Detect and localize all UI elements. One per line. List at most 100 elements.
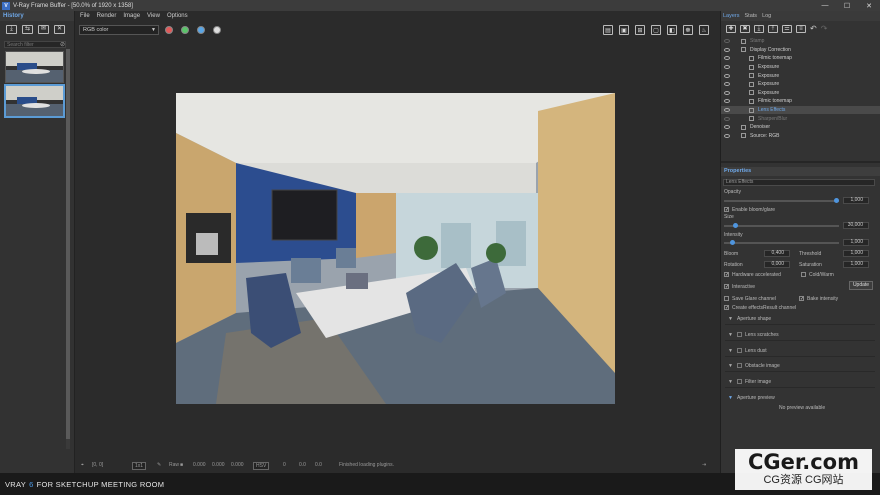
alpha-channel-icon[interactable] xyxy=(213,26,221,34)
layer-list-icon[interactable]: ≡ xyxy=(796,24,806,33)
eye-icon[interactable] xyxy=(724,125,730,130)
save-glare-checkbox[interactable] xyxy=(724,296,729,301)
tab-layers[interactable]: Layers xyxy=(723,13,740,19)
filter-image-checkbox[interactable] xyxy=(737,379,742,384)
eye-icon[interactable] xyxy=(724,39,730,44)
eye-icon[interactable] xyxy=(724,116,730,121)
lens-dust-checkbox[interactable] xyxy=(737,348,742,353)
layer-row[interactable]: Exposure xyxy=(721,71,880,80)
load-history-icon[interactable]: ✉ xyxy=(38,24,49,34)
opacity-knob[interactable] xyxy=(834,198,839,203)
region-render-icon[interactable]: ⊞ xyxy=(635,25,645,35)
eye-icon[interactable] xyxy=(724,82,730,87)
cold-warm-checkbox[interactable] xyxy=(801,272,806,277)
pick-pixel-icon[interactable]: ⌖ xyxy=(81,462,84,468)
blue-channel-icon[interactable] xyxy=(197,26,205,34)
obstacle-image-checkbox[interactable] xyxy=(737,363,742,368)
size-slider[interactable] xyxy=(724,223,839,228)
render-viewport[interactable] xyxy=(77,40,717,458)
eye-icon[interactable] xyxy=(724,133,730,138)
menu-options[interactable]: Options xyxy=(167,13,188,19)
opacity-value[interactable]: 1,000 xyxy=(843,197,869,204)
menu-image[interactable]: Image xyxy=(123,13,140,19)
lens-dust-section[interactable]: ▼ Lens dust xyxy=(725,344,875,357)
redo-icon[interactable]: ↷ xyxy=(821,24,828,33)
aperture-preview-section[interactable]: ▼ Aperture preview xyxy=(725,391,875,404)
layer-row[interactable]: Exposure xyxy=(721,63,880,72)
eye-icon[interactable] xyxy=(724,108,730,113)
render-teapot-icon[interactable]: ♨ xyxy=(699,25,709,35)
aperture-shape-section[interactable]: ▼ Aperture shape xyxy=(725,312,875,325)
history-thumbnail-1[interactable] xyxy=(5,51,64,83)
eye-icon[interactable] xyxy=(724,56,730,61)
red-channel-icon[interactable] xyxy=(165,26,173,34)
layer-row[interactable]: Filmic tonemap xyxy=(721,97,880,106)
create-layer-icon[interactable]: ✚ xyxy=(726,24,736,33)
delete-history-icon[interactable]: ✕ xyxy=(54,24,65,34)
history-scrollbar[interactable] xyxy=(66,49,70,449)
layer-name-field[interactable]: Lens Effects xyxy=(723,179,875,186)
intensity-value[interactable]: 1,000 xyxy=(843,239,869,246)
delete-layer-icon[interactable]: ✖ xyxy=(740,24,750,33)
hardware-accelerated-checkbox[interactable]: ✓ xyxy=(724,272,729,278)
create-effects-checkbox[interactable]: ✓ xyxy=(724,305,729,311)
opacity-slider[interactable] xyxy=(724,198,839,203)
obstacle-image-section[interactable]: ▼ Obstacle image xyxy=(725,359,875,372)
eye-icon[interactable] xyxy=(724,99,730,104)
minimize-icon[interactable]: — xyxy=(814,0,836,11)
color-space-select[interactable]: HSV xyxy=(253,462,270,470)
undo-icon[interactable]: ↶ xyxy=(810,24,817,33)
bloom-value[interactable]: 0,400 xyxy=(764,250,790,257)
layer-row[interactable]: Source: RGB xyxy=(721,132,880,141)
menu-file[interactable]: File xyxy=(80,13,90,19)
tab-log[interactable]: Log xyxy=(762,13,771,19)
layer-row[interactable]: Sharpen/Blur xyxy=(721,114,880,123)
compare-ab-icon[interactable]: ⇆ xyxy=(22,24,33,34)
layer-presets-icon[interactable]: ☰ xyxy=(782,24,792,33)
size-value[interactable]: 30,000 xyxy=(843,222,869,229)
eye-icon[interactable] xyxy=(724,65,730,70)
track-mouse-icon[interactable]: ▢ xyxy=(651,25,661,35)
saturation-value[interactable]: 1,000 xyxy=(843,261,869,268)
layer-row[interactable]: Exposure xyxy=(721,89,880,98)
save-image-icon[interactable]: ▤ xyxy=(603,25,613,35)
panel-splitter[interactable] xyxy=(721,161,880,163)
expand-panel-icon[interactable]: ⇥ xyxy=(702,462,706,468)
size-knob[interactable] xyxy=(732,223,738,228)
eye-icon[interactable] xyxy=(724,47,730,52)
history-thumbnail-2[interactable] xyxy=(5,85,64,117)
clear-image-icon[interactable]: ◧ xyxy=(667,25,677,35)
rotation-value[interactable]: 0,000 xyxy=(764,261,790,268)
menu-render[interactable]: Render xyxy=(97,13,117,19)
history-search-input[interactable]: Search filter xyxy=(4,41,66,48)
intensity-knob[interactable] xyxy=(729,240,735,245)
layer-row[interactable]: Lens Effects xyxy=(721,105,880,115)
filter-image-section[interactable]: ▼ Filter image xyxy=(725,375,875,388)
tab-stats[interactable]: Stats xyxy=(745,13,758,19)
save-all-icon[interactable]: ▣ xyxy=(619,25,629,35)
bake-intensity-checkbox[interactable]: ✓ xyxy=(799,296,804,302)
threshold-value[interactable]: 1,000 xyxy=(843,250,869,257)
save-layers-icon[interactable]: ⤓ xyxy=(754,24,764,33)
interactive-render-icon[interactable]: ☸ xyxy=(683,25,693,35)
intensity-slider[interactable] xyxy=(724,240,839,245)
channel-select[interactable]: RGB color ▼ xyxy=(79,25,159,35)
lens-scratches-section[interactable]: ▼ Lens scratches xyxy=(725,328,875,341)
layer-row[interactable]: Display Correction xyxy=(721,46,880,55)
colorpicker-icon[interactable]: ✎ xyxy=(157,462,161,468)
layer-row[interactable]: Denoiser xyxy=(721,123,880,132)
maximize-icon[interactable]: ☐ xyxy=(836,0,858,11)
layer-row[interactable]: Exposure xyxy=(721,80,880,89)
update-button[interactable]: Update xyxy=(849,281,873,290)
eye-icon[interactable] xyxy=(724,90,730,95)
clear-search-icon[interactable]: ⊘ xyxy=(60,41,65,48)
layer-row[interactable]: Stamp xyxy=(721,37,880,46)
scrollbar-thumb[interactable] xyxy=(66,49,70,439)
layer-row[interactable]: Filmic tonemap xyxy=(721,54,880,63)
lens-scratches-checkbox[interactable] xyxy=(737,332,742,337)
zoom-select[interactable]: 1x1 xyxy=(132,462,147,470)
load-layers-icon[interactable]: ⤒ xyxy=(768,24,778,33)
green-channel-icon[interactable] xyxy=(181,26,189,34)
menu-view[interactable]: View xyxy=(147,13,160,19)
eye-icon[interactable] xyxy=(724,73,730,78)
